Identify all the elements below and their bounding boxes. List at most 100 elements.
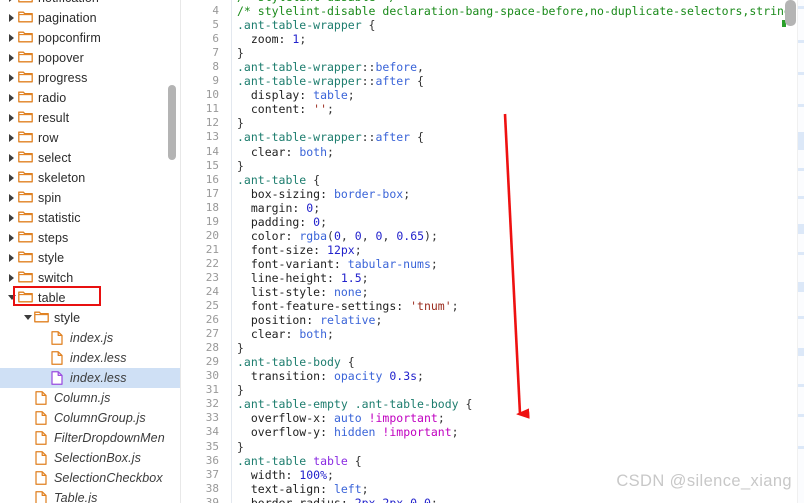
chevron-right-icon[interactable] (7, 0, 18, 8)
tree-folder-popconfirm[interactable]: popconfirm (0, 28, 180, 48)
code-line[interactable]: 15} (181, 159, 804, 173)
chevron-right-icon[interactable] (7, 148, 18, 168)
chevron-right-icon[interactable] (7, 168, 18, 188)
tree-file-table-js[interactable]: Table.js (0, 488, 180, 503)
code-line[interactable]: 13 .ant-table-wrapper::after { (181, 130, 804, 144)
code-line-text[interactable]: } (228, 159, 804, 173)
tree-folder-notification[interactable]: notification (0, 0, 180, 8)
sidebar-scrollbar[interactable] (167, 0, 177, 503)
code-editor-panel[interactable]: 3/* stylelint-disable */4/* stylelint-di… (181, 0, 804, 503)
tree-folder-pagination[interactable]: pagination (0, 8, 180, 28)
code-line[interactable]: 20 color: rgba(0, 0, 0, 0.65); (181, 229, 804, 243)
file-tree[interactable]: notification pagination popconfirm popover p… (0, 0, 180, 503)
code-content[interactable]: 3/* stylelint-disable */4/* stylelint-di… (181, 0, 804, 503)
code-line[interactable]: 22 font-variant: tabular-nums; (181, 257, 804, 271)
tree-file-column-js[interactable]: Column.js (0, 388, 180, 408)
tree-folder-skeleton[interactable]: skeleton (0, 168, 180, 188)
chevron-right-icon[interactable] (7, 248, 18, 268)
chevron-right-icon[interactable] (7, 28, 18, 48)
code-line-text[interactable]: line-height: 1.5; (228, 271, 804, 285)
code-line-text[interactable]: margin: 0; (228, 201, 804, 215)
chevron-right-icon[interactable] (7, 68, 18, 88)
editor-vertical-scrollbar[interactable] (785, 0, 796, 503)
code-line[interactable]: 12} (181, 116, 804, 130)
code-line[interactable]: 10 display: table; (181, 88, 804, 102)
chevron-down-icon[interactable] (7, 288, 18, 308)
chevron-right-icon[interactable] (7, 88, 18, 108)
tree-folder-popover[interactable]: popover (0, 48, 180, 68)
code-line-text[interactable]: clear: both; (228, 327, 804, 341)
code-line[interactable]: 16 .ant-table { (181, 173, 804, 187)
code-line[interactable]: 28} (181, 341, 804, 355)
code-line[interactable]: 7} (181, 46, 804, 60)
code-line[interactable]: 26 position: relative; (181, 313, 804, 327)
code-line[interactable]: 24 list-style: none; (181, 285, 804, 299)
chevron-down-icon[interactable] (23, 308, 34, 328)
code-line-text[interactable]: .ant-table-wrapper { (228, 18, 804, 32)
tree-folder-style[interactable]: style (0, 308, 180, 328)
code-line[interactable]: 30 transition: opacity 0.3s; (181, 369, 804, 383)
code-line-text[interactable]: zoom: 1; (228, 32, 804, 46)
code-line-text[interactable]: } (228, 341, 804, 355)
code-line[interactable]: 23 line-height: 1.5; (181, 271, 804, 285)
code-line[interactable]: 14 clear: both; (181, 145, 804, 159)
code-line-text[interactable]: .ant-table-empty .ant-table-body { (228, 397, 804, 411)
code-line[interactable]: 34 overflow-y: hidden !important; (181, 425, 804, 439)
code-line[interactable]: 18 margin: 0; (181, 201, 804, 215)
code-line-text[interactable]: padding: 0; (228, 215, 804, 229)
code-line[interactable]: 29 .ant-table-body { (181, 355, 804, 369)
code-line[interactable]: 31} (181, 383, 804, 397)
code-line[interactable]: 5 .ant-table-wrapper { (181, 18, 804, 32)
code-line[interactable]: 21 font-size: 12px; (181, 243, 804, 257)
chevron-right-icon[interactable] (7, 128, 18, 148)
code-line-text[interactable]: content: ''; (228, 102, 804, 116)
chevron-right-icon[interactable] (7, 188, 18, 208)
editor-scrollbar-thumb[interactable] (785, 0, 796, 26)
chevron-right-icon[interactable] (7, 48, 18, 68)
tree-file-index-js[interactable]: index.js (0, 328, 180, 348)
code-line-text[interactable]: .ant-table-wrapper::before, (228, 60, 804, 74)
code-line[interactable]: 19 padding: 0; (181, 215, 804, 229)
chevron-right-icon[interactable] (7, 8, 18, 28)
chevron-right-icon[interactable] (7, 108, 18, 128)
code-line-text[interactable]: } (228, 116, 804, 130)
tree-folder-steps[interactable]: steps (0, 228, 180, 248)
tree-folder-progress[interactable]: progress (0, 68, 180, 88)
code-line[interactable]: 6 zoom: 1; (181, 32, 804, 46)
code-line-text[interactable]: } (228, 46, 804, 60)
code-line[interactable]: 8 .ant-table-wrapper::before, (181, 60, 804, 74)
code-line-text[interactable]: overflow-x: auto !important; (228, 411, 804, 425)
tree-folder-result[interactable]: result (0, 108, 180, 128)
code-line-text[interactable]: position: relative; (228, 313, 804, 327)
code-line-text[interactable]: font-variant: tabular-nums; (228, 257, 804, 271)
tree-folder-statistic[interactable]: statistic (0, 208, 180, 228)
chevron-right-icon[interactable] (7, 268, 18, 288)
code-line-text[interactable]: box-sizing: border-box; (228, 187, 804, 201)
code-line-text[interactable]: overflow-y: hidden !important; (228, 425, 804, 439)
sidebar-scrollbar-thumb[interactable] (168, 85, 176, 160)
tree-file-filterdropdownmen[interactable]: FilterDropdownMen (0, 428, 180, 448)
tree-folder-select[interactable]: select (0, 148, 180, 168)
code-line-text[interactable]: } (228, 440, 804, 454)
code-line-text[interactable]: font-size: 12px; (228, 243, 804, 257)
code-line-text[interactable]: /* stylelint-disable declaration-bang-sp… (228, 4, 804, 18)
tree-folder-switch[interactable]: switch (0, 268, 180, 288)
code-line[interactable]: 39 border-radius: 2px 2px 0 0; (181, 496, 804, 503)
file-explorer-panel[interactable]: notification pagination popconfirm popover p… (0, 0, 181, 503)
tree-file-selectioncheckbox[interactable]: SelectionCheckbox (0, 468, 180, 488)
code-line-text[interactable]: color: rgba(0, 0, 0, 0.65); (228, 229, 804, 243)
code-line[interactable]: 36 .ant-table table { (181, 454, 804, 468)
code-line-text[interactable]: transition: opacity 0.3s; (228, 369, 804, 383)
tree-file-columngroup-js[interactable]: ColumnGroup.js (0, 408, 180, 428)
editor-overview-ruler[interactable] (797, 0, 804, 503)
code-line[interactable]: 17 box-sizing: border-box; (181, 187, 804, 201)
code-line[interactable]: 25 font-feature-settings: 'tnum'; (181, 299, 804, 313)
code-line[interactable]: 9 .ant-table-wrapper::after { (181, 74, 804, 88)
code-line[interactable]: 11 content: ''; (181, 102, 804, 116)
code-line-text[interactable]: .ant-table { (228, 173, 804, 187)
code-line[interactable]: 32 .ant-table-empty .ant-table-body { (181, 397, 804, 411)
code-line-text[interactable]: .ant-table table { (228, 454, 804, 468)
code-line-text[interactable]: font-feature-settings: 'tnum'; (228, 299, 804, 313)
code-line[interactable]: 4 /* stylelint-disable declaration-bang-s… (181, 4, 804, 18)
chevron-right-icon[interactable] (7, 208, 18, 228)
